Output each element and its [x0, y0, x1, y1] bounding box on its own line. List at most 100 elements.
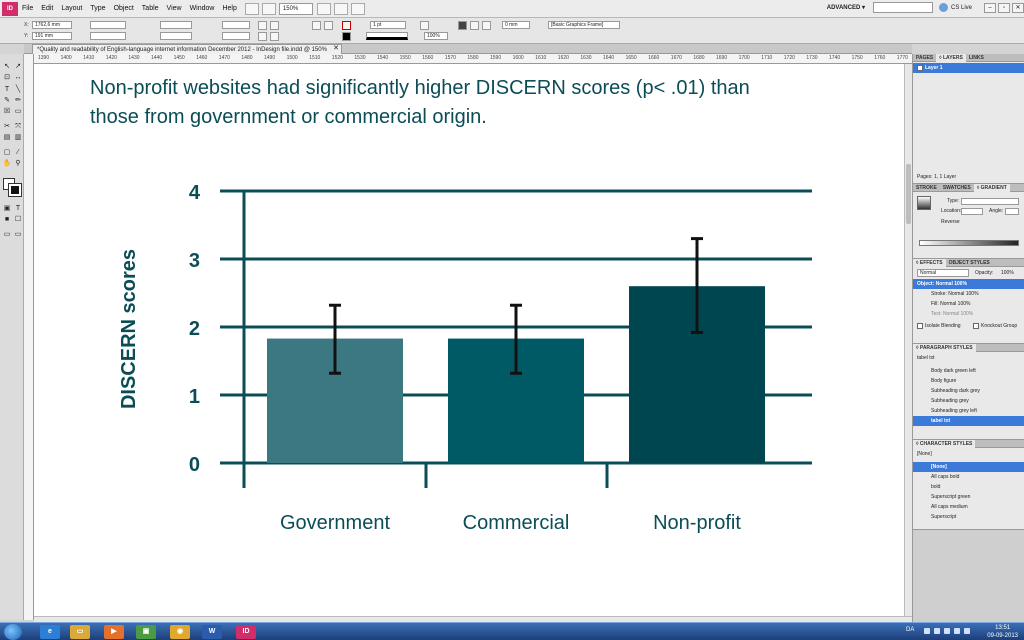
- close-window-button[interactable]: ✕: [1012, 2, 1024, 13]
- tab-effects[interactable]: ◊ EFFECTS: [913, 258, 946, 267]
- width-field[interactable]: [90, 21, 126, 29]
- menu-help[interactable]: Help: [222, 5, 236, 12]
- tray-icon[interactable]: [944, 628, 950, 634]
- line-tool-icon[interactable]: ╲: [13, 85, 23, 94]
- menu-window[interactable]: Window: [190, 5, 215, 12]
- apply-color-icon[interactable]: ■: [2, 215, 12, 224]
- document-canvas[interactable]: Non-profit websites had significantly hi…: [34, 64, 904, 616]
- tray-icon[interactable]: [934, 628, 940, 634]
- character-style-item-selected[interactable]: [None]: [913, 462, 1024, 472]
- taskbar-word-icon[interactable]: W: [202, 625, 222, 639]
- select-container-icon[interactable]: [258, 32, 267, 41]
- free-transform-tool-icon[interactable]: ⤧: [13, 122, 23, 131]
- paragraph-style-item[interactable]: Body figure: [913, 376, 1024, 386]
- effects-row-stroke[interactable]: Stroke: Normal 100%: [913, 289, 1024, 299]
- location-field[interactable]: [961, 208, 983, 215]
- knockout-checkbox-icon[interactable]: [973, 322, 979, 329]
- angle-field[interactable]: [1005, 208, 1019, 215]
- bridge-button[interactable]: [244, 2, 259, 15]
- taskbar-ie-icon[interactable]: e: [40, 625, 60, 639]
- taskbar-media-icon[interactable]: ▶: [104, 625, 124, 639]
- paragraph-style-item[interactable]: Body dark green left: [913, 366, 1024, 376]
- tray-icon[interactable]: [964, 628, 970, 634]
- taskbar-app-icon[interactable]: ▣: [136, 625, 156, 639]
- scale-y-field[interactable]: [160, 32, 192, 40]
- tab-stroke[interactable]: STROKE: [913, 184, 940, 192]
- align-icon[interactable]: [470, 21, 479, 30]
- vertical-ruler[interactable]: [24, 54, 34, 620]
- character-style-item[interactable]: Superscript: [913, 512, 1024, 522]
- effects-row-text[interactable]: Text: Normal 100%: [913, 309, 1024, 319]
- tab-links[interactable]: LINKS: [966, 54, 987, 62]
- pencil-tool-icon[interactable]: ✏: [13, 96, 23, 105]
- distribute-icon[interactable]: [482, 21, 491, 30]
- minibridge-button[interactable]: [261, 2, 276, 15]
- page-tool-icon[interactable]: ⊡: [2, 73, 12, 82]
- constrain-icon[interactable]: [312, 21, 321, 30]
- blend-mode-select[interactable]: Normal: [917, 269, 969, 277]
- stroke-swatch-icon[interactable]: [342, 32, 351, 41]
- tray-icon[interactable]: [954, 628, 960, 634]
- knockout-group-checkbox[interactable]: Knockout Group: [969, 321, 1024, 331]
- taskbar-explorer-icon[interactable]: ▭: [70, 625, 90, 639]
- menu-layout[interactable]: Layout: [61, 5, 82, 12]
- wrap-icon[interactable]: [458, 21, 467, 30]
- menu-type[interactable]: Type: [90, 5, 105, 12]
- help-search-input[interactable]: [872, 2, 933, 13]
- stroke-type-select[interactable]: [366, 32, 408, 40]
- zoom-tool-icon[interactable]: ⚲: [13, 159, 23, 168]
- restore-button[interactable]: ▫: [998, 2, 1010, 13]
- workspace-switcher[interactable]: ADVANCED ▾: [827, 4, 865, 11]
- cs-live-button[interactable]: CS Live: [938, 3, 972, 12]
- paragraph-style-item[interactable]: Subheading grey left: [913, 406, 1024, 416]
- opacity-field[interactable]: 100%: [424, 32, 448, 40]
- eyedropper-tool-icon[interactable]: ⁄: [13, 148, 23, 157]
- tab-object-styles[interactable]: OBJECT STYLES: [946, 259, 993, 267]
- tab-swatches[interactable]: SWATCHES: [940, 184, 974, 192]
- effects-row-object[interactable]: Object: Normal 100%: [913, 279, 1024, 289]
- flip-icon[interactable]: [270, 21, 279, 30]
- vertical-scroll-thumb[interactable]: [906, 164, 911, 224]
- rotation-field[interactable]: [222, 21, 250, 29]
- menu-table[interactable]: Table: [142, 5, 159, 12]
- formatting-text-icon[interactable]: T: [13, 204, 23, 213]
- paragraph-style-item[interactable]: Subheading grey: [913, 396, 1024, 406]
- hand-tool-icon[interactable]: ✋: [2, 159, 12, 168]
- minimize-button[interactable]: –: [984, 2, 996, 13]
- gradient-swatch-tool-icon[interactable]: ▤: [2, 133, 12, 142]
- preview-mode-icon[interactable]: ▭: [13, 230, 23, 239]
- tab-layers[interactable]: ◊ LAYERS: [936, 53, 966, 62]
- tab-pages[interactable]: PAGES: [913, 54, 936, 62]
- rotate-icon[interactable]: [258, 21, 267, 30]
- type-tool-icon[interactable]: T: [2, 85, 12, 94]
- y-field[interactable]: 191 mm: [32, 32, 72, 40]
- menu-file[interactable]: File: [22, 5, 33, 12]
- screen-mode-button[interactable]: [333, 2, 348, 15]
- character-style-item[interactable]: All caps bold: [913, 472, 1024, 482]
- direct-selection-tool-icon[interactable]: ↗: [13, 62, 23, 71]
- taskbar-app-icon[interactable]: ◉: [170, 625, 190, 639]
- character-style-item[interactable]: bold: [913, 482, 1024, 492]
- tab-gradient[interactable]: ◊ GRADIENT: [973, 183, 1010, 192]
- layer-row[interactable]: Layer 1: [913, 63, 1024, 73]
- screen-mode-icon[interactable]: ▭: [2, 230, 12, 239]
- formatting-container-icon[interactable]: ▣: [2, 204, 12, 213]
- arrange-documents-button[interactable]: [350, 2, 365, 15]
- language-indicator[interactable]: DA: [906, 627, 914, 633]
- effects-opacity-value[interactable]: 100%: [997, 268, 1023, 278]
- pen-tool-icon[interactable]: ✎: [2, 96, 12, 105]
- isolate-blending-checkbox[interactable]: Isolate Blending: [913, 321, 969, 331]
- horizontal-ruler[interactable]: 1390 1400 1410 1420 1430 1440 1450 1460 1470 1480…: [34, 54, 912, 64]
- isolate-checkbox-icon[interactable]: [917, 322, 923, 329]
- menu-object[interactable]: Object: [114, 5, 134, 12]
- selection-tool-icon[interactable]: ↖: [2, 62, 12, 71]
- vertical-scrollbar[interactable]: [904, 64, 912, 616]
- gap-tool-icon[interactable]: ↔: [13, 73, 23, 82]
- taskbar-indesign-icon[interactable]: ID: [236, 625, 256, 639]
- rectangle-tool-icon[interactable]: ▭: [13, 107, 23, 116]
- menu-edit[interactable]: Edit: [41, 5, 53, 12]
- stroke-weight-field[interactable]: 1 pt: [370, 21, 406, 29]
- effects-row-fill[interactable]: Fill: Normal 100%: [913, 299, 1024, 309]
- document-tab[interactable]: *Quality and readability of English-lang…: [32, 44, 342, 54]
- reference-point-icon[interactable]: [324, 21, 333, 30]
